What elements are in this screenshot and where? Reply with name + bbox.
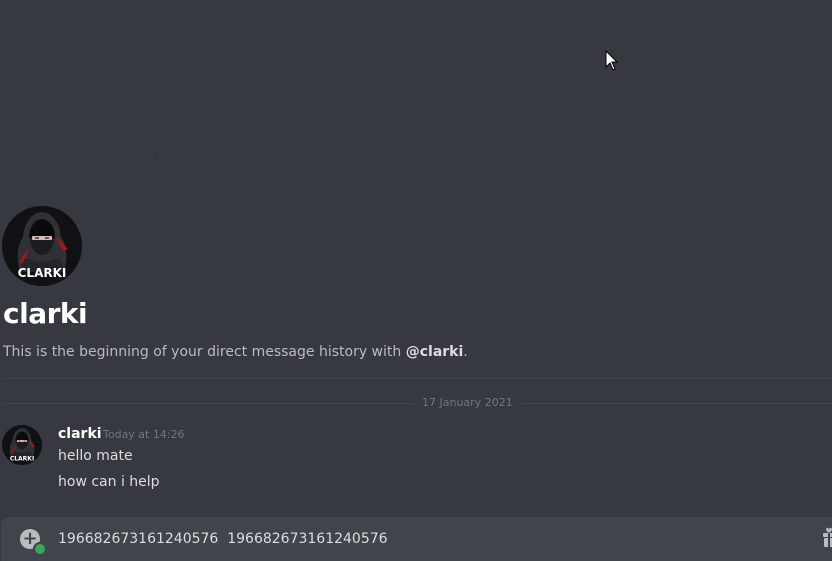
hooded-figure-avatar-image: CLARKI (2, 206, 82, 286)
message-content: how can i help (58, 474, 160, 490)
gift-icon (823, 527, 832, 547)
message-composer[interactable]: + 196682673161240576 196682673161240576 (1, 517, 832, 561)
message-avatar[interactable]: CLARKI (2, 425, 42, 465)
section-divider (4, 378, 832, 379)
date-divider: 17 January 2021 (4, 395, 832, 411)
dm-username: clarki (3, 297, 88, 330)
mouse-pointer-icon (605, 49, 619, 72)
message-content: hello mate (58, 448, 133, 464)
profile-avatar[interactable]: CLARKI (2, 206, 82, 286)
upload-badge-icon (33, 542, 47, 556)
avatar-logo-lettering: CLARKI (18, 266, 67, 280)
background-speck (156, 159, 158, 160)
gift-button[interactable] (821, 526, 832, 552)
dm-intro-prefix: This is the beginning of your direct mes… (3, 344, 406, 360)
message-input[interactable]: 196682673161240576 196682673161240576 (58, 529, 388, 549)
message-author[interactable]: clarki (58, 425, 102, 443)
hooded-figure-message-avatar-image: CLARKI (2, 425, 42, 465)
dm-intro-mention[interactable]: @clarki (406, 344, 464, 360)
dm-intro-suffix: . (463, 344, 468, 360)
dm-intro-text: This is the beginning of your direct mes… (3, 343, 468, 361)
date-divider-label: 17 January 2021 (414, 395, 521, 411)
message-avatar-logo-lettering: CLARKI (10, 456, 34, 463)
message-timestamp[interactable]: Today at 14:26 (103, 428, 185, 442)
